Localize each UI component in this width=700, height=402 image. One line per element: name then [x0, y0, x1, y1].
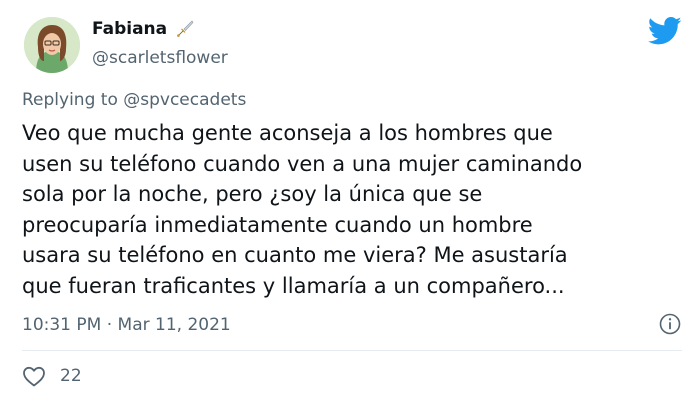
timestamp-link[interactable]: 10:31 PM · Mar 11, 2021 [22, 315, 231, 335]
author-names: Fabiana @scarletsflower [92, 16, 228, 68]
avatar[interactable] [24, 17, 80, 73]
divider [22, 350, 682, 351]
info-icon[interactable] [658, 312, 682, 336]
replying-to: Replying to @spvcecadets [22, 90, 246, 110]
reply-mention-link[interactable]: @spvcecadets [123, 90, 246, 110]
author-handle[interactable]: @scarletsflower [92, 48, 228, 68]
tweet-actions: 22 [22, 362, 82, 390]
tweet-text: Veo que mucha gente aconseja a los hombr… [22, 121, 583, 298]
display-name-row: Fabiana [92, 16, 228, 42]
tweet-meta: 10:31 PM · Mar 11, 2021 [22, 312, 682, 338]
dagger-emoji [177, 20, 194, 37]
twitter-bird-icon[interactable] [648, 16, 682, 46]
tweet-header: Fabiana @scarletsflower [22, 14, 682, 78]
avatar-illustration [24, 17, 80, 73]
like-count: 22 [60, 366, 82, 386]
heart-icon[interactable] [22, 365, 46, 387]
replying-prefix: Replying to [22, 90, 124, 110]
display-name[interactable]: Fabiana [92, 19, 167, 39]
